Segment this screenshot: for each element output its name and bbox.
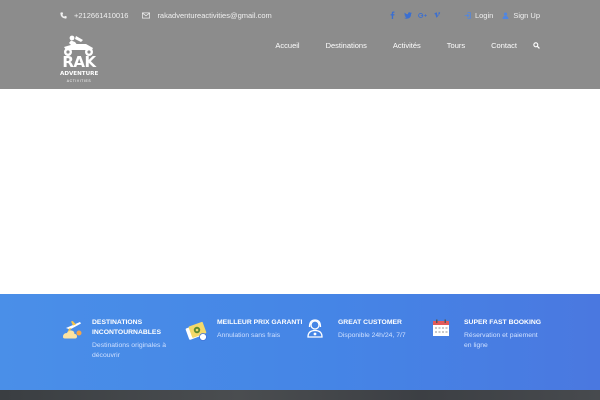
- login-label: Login: [474, 10, 494, 20]
- logo-title: RAK: [62, 53, 96, 71]
- logo-tagline: ACTIVITIES: [66, 79, 92, 83]
- search-icon[interactable]: [533, 41, 540, 49]
- support-agent-icon: [307, 319, 323, 338]
- nav-item-accueil[interactable]: Accueil: [275, 41, 299, 50]
- facebook-icon[interactable]: [388, 10, 398, 20]
- envelope-icon: [142, 12, 151, 18]
- feature-title: Destinations incontournables: [92, 319, 161, 336]
- feature-description: Réservation et paiement en ligne: [464, 332, 538, 349]
- feature-title: Great customer: [338, 319, 402, 326]
- feature-fast-booking: Super fast booking Réservation et paieme…: [432, 318, 546, 351]
- calendar-icon: [433, 319, 449, 336]
- login-link[interactable]: Login: [464, 11, 493, 20]
- feature-customer: Great customer Disponible 24h/24, 7/7: [306, 318, 406, 342]
- login-icon: [464, 11, 471, 19]
- feature-description: Disponible 24h/24, 7/7: [338, 332, 406, 339]
- phone-number: +212661410016: [74, 10, 129, 20]
- signup-label: Sign Up: [513, 10, 540, 20]
- plane-cloud-icon: [63, 321, 82, 339]
- auth-links: Login Sign Up: [455, 11, 540, 20]
- site-header: +212661410016 rakadventureactivities@gma…: [0, 0, 600, 89]
- google-plus-icon[interactable]: [418, 10, 428, 20]
- user-icon: [502, 11, 509, 19]
- feature-title: Super fast booking: [464, 319, 542, 326]
- main-nav: Accueil Destinations Activités Tours Con…: [249, 38, 540, 52]
- feature-title: Meilleur prix garanti: [217, 319, 303, 326]
- money-badge-icon: [185, 321, 207, 341]
- nav-item-activites[interactable]: Activités: [393, 41, 421, 50]
- top-bar: +212661410016 rakadventureactivities@gma…: [60, 7, 540, 23]
- signup-link[interactable]: Sign Up: [502, 11, 540, 20]
- site-logo[interactable]: RAK ADVENTURE ACTIVITIES: [60, 33, 98, 87]
- nav-item-destinations[interactable]: Destinations: [326, 41, 367, 50]
- feature-best-price: Meilleur prix garanti Annulation sans fr…: [185, 318, 302, 342]
- phone-icon: [60, 11, 67, 19]
- feature-description: Annulation sans frais: [217, 332, 281, 339]
- footer-image-strip: [0, 390, 600, 400]
- email-contact[interactable]: rakadventureactivities@gmail.com: [142, 10, 272, 20]
- feature-destinations: Destinations incontournables Destination…: [60, 318, 172, 361]
- twitter-icon[interactable]: [403, 10, 413, 20]
- features-bar: Destinations incontournables Destination…: [0, 294, 600, 390]
- phone-contact[interactable]: +212661410016: [60, 11, 128, 20]
- feature-description: Destinations originales à découvrir: [92, 342, 167, 359]
- email-address: rakadventureactivities@gmail.com: [157, 10, 272, 20]
- logo-subtitle: ADVENTURE: [60, 71, 99, 77]
- social-links: [383, 10, 443, 20]
- vimeo-icon[interactable]: [433, 10, 443, 20]
- nav-item-contact[interactable]: Contact: [491, 41, 517, 50]
- nav-item-tours[interactable]: Tours: [447, 41, 465, 50]
